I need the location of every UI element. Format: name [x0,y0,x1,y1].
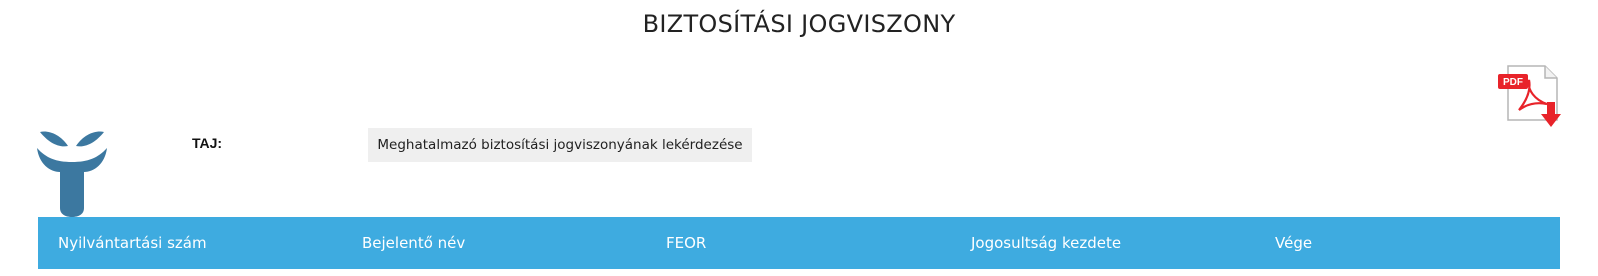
agency-logo-icon [37,131,107,217]
pdf-badge-text: PDF [1503,77,1523,88]
taj-label: TAJ: [192,135,223,151]
agency-logo [36,128,108,218]
insurance-table-header: Nyilvántartási szám Bejelentő név FEOR J… [38,217,1560,269]
column-header-reporter-name[interactable]: Bejelentő név [362,217,465,269]
pdf-download-icon: PDF [1498,65,1561,127]
pdf-download-button[interactable]: PDF [1497,64,1563,130]
column-header-registration-number[interactable]: Nyilvántartási szám [58,217,207,269]
column-header-eligibility-start[interactable]: Jogosultság kezdete [971,217,1121,269]
page-title: BIZTOSÍTÁSI JOGVISZONY [642,10,956,38]
query-authorizer-insurance-button[interactable]: Meghatalmazó biztosítási jogviszonyának … [368,128,752,162]
column-header-end-date[interactable]: Vége [1275,217,1312,269]
page: BIZTOSÍTÁSI JOGVISZONY PDF TAJ: Meghatal… [0,0,1598,276]
column-header-feor[interactable]: FEOR [666,217,706,269]
